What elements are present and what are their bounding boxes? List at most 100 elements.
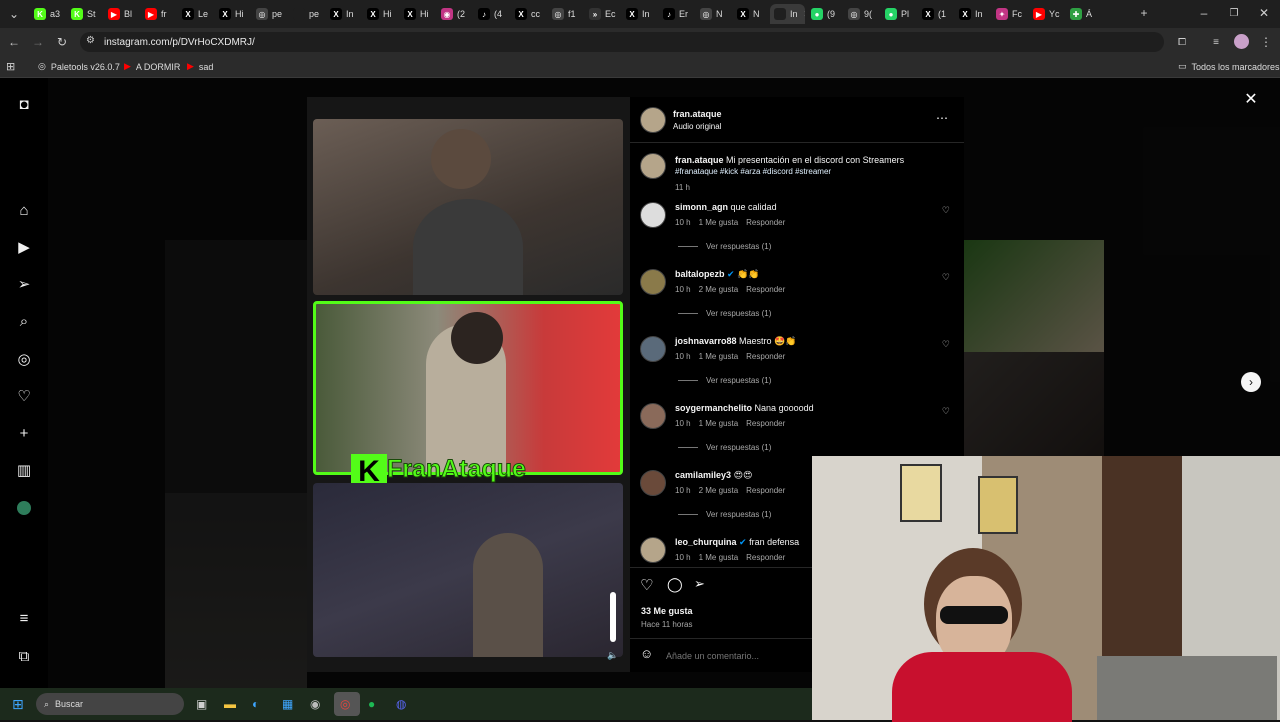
edge-icon[interactable]: ◐ bbox=[252, 697, 259, 711]
apps-grid-icon[interactable]: ⊞ bbox=[6, 60, 15, 73]
author-avatar[interactable] bbox=[640, 153, 666, 179]
browser-tab[interactable]: ◉ (2 bbox=[437, 4, 472, 24]
browser-menu-icon[interactable]: ⋮ bbox=[1258, 34, 1274, 50]
bookmark-a-dormir[interactable]: ▶ A DORMIR bbox=[124, 61, 180, 72]
notifications-heart-icon[interactable]: ♡ bbox=[14, 386, 34, 406]
view-replies-button[interactable]: Ver respuestas (1) bbox=[678, 443, 771, 452]
browser-tab[interactable]: XN bbox=[733, 4, 768, 24]
browser-tab[interactable]: » Ec bbox=[585, 4, 620, 24]
commenter-avatar[interactable] bbox=[640, 403, 666, 429]
store-icon[interactable]: ▦ bbox=[282, 697, 293, 711]
create-icon[interactable]: + bbox=[14, 423, 34, 443]
browser-tab[interactable]: X Le bbox=[178, 4, 213, 24]
chrome-icon[interactable]: ◎ bbox=[340, 697, 350, 711]
volume-icon[interactable]: 🔈 bbox=[607, 649, 619, 661]
browser-tab[interactable]: In ✕ bbox=[770, 4, 805, 24]
commenter-name[interactable]: soygermanchelito bbox=[675, 403, 752, 413]
commenter-avatar[interactable] bbox=[640, 202, 666, 228]
reel-video[interactable]: K FranAtaque 🔈 bbox=[307, 97, 630, 672]
next-post-icon[interactable]: › bbox=[1241, 372, 1261, 392]
back-icon[interactable]: ← bbox=[6, 34, 22, 50]
task-view-icon[interactable]: ▣ bbox=[196, 697, 207, 711]
window-close-icon[interactable]: ✕ bbox=[1256, 5, 1272, 21]
browser-tab[interactable]: K St bbox=[67, 4, 102, 24]
bookmark-paletools[interactable]: ◎ Paletools v26.0.7 bbox=[38, 61, 120, 72]
forward-icon[interactable]: → bbox=[30, 34, 46, 50]
close-modal-icon[interactable]: ✕ bbox=[1242, 90, 1260, 108]
commenter-name[interactable]: leo_churquina bbox=[675, 537, 737, 547]
comment-likes[interactable]: 1 Me gusta bbox=[699, 352, 739, 361]
browser-tab[interactable]: X Hi bbox=[400, 4, 435, 24]
author-avatar[interactable] bbox=[640, 107, 666, 133]
commenter-name[interactable]: baltalopezb bbox=[675, 269, 725, 279]
more-options-icon[interactable]: ⋯ bbox=[936, 111, 948, 125]
browser-tab[interactable]: X Hi bbox=[215, 4, 250, 24]
app-icon[interactable]: ◉ bbox=[310, 697, 320, 711]
browser-tab[interactable]: ▶ Bl bbox=[104, 4, 139, 24]
reply-button[interactable]: Responder bbox=[746, 419, 785, 428]
view-replies-button[interactable]: Ver respuestas (1) bbox=[678, 242, 771, 251]
commenter-avatar[interactable] bbox=[640, 537, 666, 563]
caption-author[interactable]: fran.ataque bbox=[675, 155, 724, 165]
explore-icon[interactable]: ◎ bbox=[14, 349, 34, 369]
spotify-icon[interactable]: ● bbox=[368, 697, 375, 711]
browser-tab[interactable]: Ka3 bbox=[30, 4, 65, 24]
browser-tab[interactable]: X (1 bbox=[918, 4, 953, 24]
browser-tab[interactable]: ♪ (4 bbox=[474, 4, 509, 24]
browser-tab[interactable]: ▶ fr bbox=[141, 4, 176, 24]
comment-like-heart-icon[interactable]: ♡ bbox=[942, 406, 950, 417]
address-bar[interactable]: ⚙ instagram.com/p/DVrHoCXDMRJ/ bbox=[80, 32, 1164, 52]
emoji-icon[interactable]: ☺ bbox=[640, 646, 653, 661]
site-info-icon[interactable]: ⚙ bbox=[86, 35, 95, 46]
commenter-name[interactable]: camilamiley3 bbox=[675, 470, 731, 480]
browser-tab[interactable]: ♪ Er bbox=[659, 4, 694, 24]
comment-likes[interactable]: 1 Me gusta bbox=[699, 218, 739, 227]
browser-tab[interactable]: ◎ N bbox=[696, 4, 731, 24]
media-control-icon[interactable]: ≡ bbox=[1208, 34, 1224, 50]
comment-likes[interactable]: 1 Me gusta bbox=[699, 553, 739, 562]
audio-label[interactable]: Audio original bbox=[673, 122, 721, 131]
profile-avatar-icon[interactable] bbox=[14, 498, 34, 518]
browser-tab[interactable]: ● Pl bbox=[881, 4, 916, 24]
profile-avatar[interactable] bbox=[1234, 34, 1249, 49]
taskbar-search-box[interactable]: ⌕ Buscar bbox=[36, 693, 184, 715]
browser-tab[interactable]: X In bbox=[622, 4, 657, 24]
browser-tab[interactable]: X Hi bbox=[363, 4, 398, 24]
minimize-icon[interactable]: – bbox=[1196, 5, 1212, 21]
tab-close-icon[interactable]: ✕ bbox=[804, 9, 805, 20]
meta-apps-icon[interactable]: ⧉ bbox=[14, 646, 34, 666]
reply-button[interactable]: Responder bbox=[746, 218, 785, 227]
browser-tab[interactable]: ● (9 bbox=[807, 4, 842, 24]
browser-tab[interactable]: X In bbox=[955, 4, 990, 24]
maximize-icon[interactable]: ❐ bbox=[1226, 5, 1242, 21]
reload-icon[interactable]: ↻ bbox=[54, 34, 70, 50]
bookmark-sad[interactable]: ▶ sad bbox=[187, 61, 213, 72]
commenter-name[interactable]: joshnavarro88 bbox=[675, 336, 737, 346]
new-tab-icon[interactable]: + bbox=[1136, 5, 1152, 21]
view-replies-button[interactable]: Ver respuestas (1) bbox=[678, 376, 771, 385]
like-heart-icon[interactable]: ♡ bbox=[640, 576, 653, 594]
browser-tab[interactable]: ◎ 9( bbox=[844, 4, 879, 24]
file-explorer-icon[interactable]: ▬ bbox=[224, 697, 236, 711]
tab-search-icon[interactable]: ⌄ bbox=[6, 6, 22, 22]
commenter-avatar[interactable] bbox=[640, 470, 666, 496]
browser-tab[interactable]: ◎ pe bbox=[252, 4, 287, 24]
author-name[interactable]: fran.ataque bbox=[673, 109, 722, 119]
reply-button[interactable]: Responder bbox=[746, 553, 785, 562]
reply-button[interactable]: Responder bbox=[746, 486, 785, 495]
browser-tab[interactable]: X In bbox=[326, 4, 361, 24]
browser-tab[interactable]: ✦ Fc bbox=[992, 4, 1027, 24]
like-count[interactable]: 33 Me gusta bbox=[641, 606, 693, 616]
messages-icon[interactable]: ➢ bbox=[14, 274, 34, 294]
reply-button[interactable]: Responder bbox=[746, 285, 785, 294]
search-icon[interactable]: ⌕ bbox=[14, 311, 34, 331]
comment-likes[interactable]: 2 Me gusta bbox=[699, 486, 739, 495]
commenter-avatar[interactable] bbox=[640, 269, 666, 295]
dashboard-icon[interactable]: ▥ bbox=[14, 460, 34, 480]
browser-tab[interactable]: Xcc bbox=[511, 4, 546, 24]
comment-likes[interactable]: 1 Me gusta bbox=[699, 419, 739, 428]
browser-tab[interactable]: ✚ Á bbox=[1066, 4, 1101, 24]
browser-tab[interactable]: ▶ Yc bbox=[1029, 4, 1064, 24]
extensions-icon[interactable]: ⧠ bbox=[1174, 34, 1190, 50]
all-bookmarks-folder[interactable]: ▭ Todos los marcadores bbox=[1178, 61, 1280, 72]
